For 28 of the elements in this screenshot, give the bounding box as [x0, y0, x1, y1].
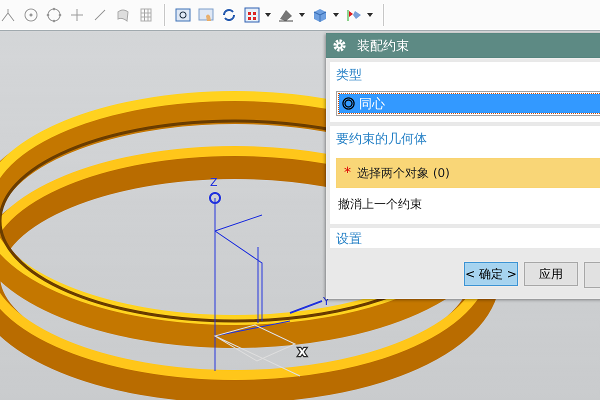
views-icon[interactable]	[244, 7, 260, 23]
flags-icon[interactable]	[346, 7, 362, 23]
dropdown-caret-icon[interactable]	[333, 13, 339, 17]
dropdown-caret-icon[interactable]	[299, 13, 305, 17]
pan-hand-icon[interactable]	[198, 7, 214, 23]
cube-icon[interactable]	[312, 7, 328, 23]
dropdown-caret-icon[interactable]	[265, 13, 271, 17]
concentric-icon	[342, 97, 355, 110]
undo-constraint-item[interactable]: 撤消上一个约束	[336, 188, 600, 220]
prompt-text: 选择两个对象 (0)	[357, 164, 450, 182]
dialog-button[interactable]: < 确定 >	[464, 262, 518, 286]
dialog-title: 装配约束	[357, 38, 409, 54]
axis-label: Z	[210, 176, 218, 189]
plus-icon[interactable]	[69, 7, 85, 23]
shading-icon[interactable]	[278, 7, 294, 23]
rotate-icon[interactable]	[221, 7, 237, 23]
zoom-window-icon[interactable]	[175, 7, 191, 23]
axis-label: X	[298, 346, 306, 359]
settings-icon[interactable]	[332, 38, 347, 53]
dialog-button[interactable]: 应用	[524, 262, 578, 286]
circle-center-icon[interactable]	[23, 7, 39, 23]
required-star-icon: *	[344, 165, 351, 181]
circle-points-icon[interactable]	[46, 7, 62, 23]
selection-prompt[interactable]: * 选择两个对象 (0)	[336, 158, 600, 188]
snap-icon[interactable]	[0, 7, 16, 23]
dropdown-caret-icon[interactable]	[367, 13, 373, 17]
section-title[interactable]: 类型	[336, 66, 600, 86]
section-title[interactable]: 要约束的几何体	[336, 130, 600, 150]
